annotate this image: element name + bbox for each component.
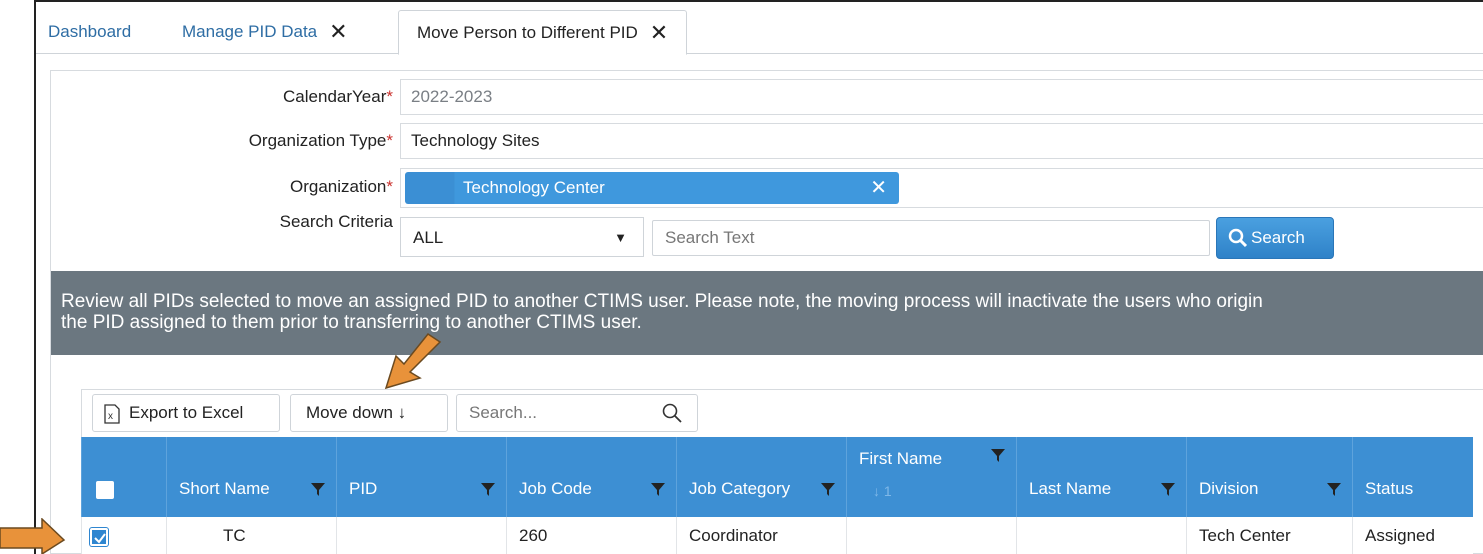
filter-icon[interactable] bbox=[480, 481, 496, 497]
filter-icon[interactable] bbox=[990, 447, 1006, 463]
filter-icon[interactable] bbox=[1326, 481, 1342, 497]
grid-search-placeholder: Search... bbox=[469, 403, 538, 422]
cell-status: Assigned bbox=[1352, 517, 1473, 554]
filter-icon[interactable] bbox=[820, 481, 836, 497]
move-down-button[interactable]: Move down ↓ bbox=[290, 394, 448, 432]
grid-area: x Export to Excel Move down ↓ Search... bbox=[51, 361, 1483, 554]
organization-tag-label: Technology Center bbox=[463, 178, 605, 197]
svg-text:x: x bbox=[108, 411, 113, 422]
cell-first-name bbox=[846, 517, 1017, 554]
filter-icon[interactable] bbox=[1160, 481, 1176, 497]
column-label: First Name bbox=[859, 449, 943, 468]
banner-line-2: the PID assigned to them prior to transf… bbox=[61, 312, 642, 333]
col-division[interactable]: Division bbox=[1186, 437, 1353, 517]
organization-label: Organization* bbox=[289, 177, 393, 196]
col-first-name[interactable]: First Name ↓ 1 bbox=[846, 437, 1017, 517]
search-button-label: Search bbox=[1251, 228, 1305, 247]
grid-header-row: Short Name PID Job Code Job Category Fir… bbox=[81, 437, 1473, 517]
col-pid[interactable]: PID bbox=[336, 437, 507, 517]
checkmark-icon bbox=[94, 532, 106, 544]
column-label: Division bbox=[1199, 479, 1259, 498]
sort-indicator: ↓ 1 bbox=[873, 483, 892, 499]
cell-pid bbox=[336, 517, 507, 554]
col-job-code[interactable]: Job Code bbox=[506, 437, 677, 517]
organization-tag: Technology Center ✕ bbox=[405, 172, 899, 204]
table-row[interactable]: TC 260 Coordinator Tech Center Assigned bbox=[81, 517, 1473, 554]
search-button[interactable]: Search bbox=[1216, 217, 1334, 259]
caret-down-icon: ▼ bbox=[614, 230, 627, 245]
select-value: ALL bbox=[413, 228, 444, 247]
filter-icon[interactable] bbox=[650, 481, 666, 497]
export-label: Export to Excel bbox=[129, 403, 244, 422]
close-icon[interactable]: ✕ bbox=[650, 11, 668, 55]
tab-dashboard[interactable]: Dashboard bbox=[48, 10, 131, 54]
calendar-year-field: 2022-2023 bbox=[400, 79, 1483, 115]
remove-tag-close-icon[interactable]: ✕ bbox=[870, 172, 887, 204]
tab-label: Manage PID Data bbox=[182, 22, 318, 41]
info-banner: Review all PIDs selected to move an assi… bbox=[51, 271, 1483, 355]
tab-manage-pid-data[interactable]: Manage PID Data ✕ bbox=[182, 10, 348, 54]
excel-icon: x bbox=[104, 404, 120, 424]
cell-job-category: Coordinator bbox=[676, 517, 847, 554]
column-label: Job Category bbox=[689, 479, 791, 498]
callout-arrow-icon bbox=[0, 518, 66, 554]
tab-label: Move Person to Different PID bbox=[417, 23, 638, 42]
move-down-label: Move down bbox=[306, 403, 393, 422]
col-last-name[interactable]: Last Name bbox=[1016, 437, 1187, 517]
grid-toolbar: x Export to Excel Move down ↓ Search... bbox=[81, 389, 1483, 437]
grid-search-input[interactable]: Search... bbox=[456, 394, 698, 432]
cell-last-name bbox=[1016, 517, 1187, 554]
search-icon bbox=[1228, 228, 1248, 248]
close-icon[interactable]: ✕ bbox=[329, 10, 347, 54]
column-label: Last Name bbox=[1029, 479, 1112, 498]
column-label: Status bbox=[1365, 479, 1414, 498]
row-select-cell[interactable] bbox=[81, 517, 167, 554]
cell-short-name: TC bbox=[166, 517, 337, 554]
search-criteria-select[interactable]: ALL ▼ bbox=[400, 217, 644, 257]
arrow-down-icon: ↓ bbox=[397, 403, 407, 422]
banner-line-1: Review all PIDs selected to move an assi… bbox=[61, 291, 1263, 312]
column-label: PID bbox=[349, 479, 378, 498]
app-window: Dashboard Manage PID Data ✕ Move Person t… bbox=[34, 0, 1483, 554]
col-status[interactable]: Status bbox=[1352, 437, 1473, 517]
cell-job-code: 260 bbox=[506, 517, 677, 554]
col-short-name[interactable]: Short Name bbox=[166, 437, 337, 517]
pid-grid: Short Name PID Job Code Job Category Fir… bbox=[81, 437, 1473, 554]
search-text-input[interactable]: Search Text bbox=[652, 220, 1210, 256]
search-criteria-label: Search Criteria bbox=[279, 212, 393, 231]
column-label: Short Name bbox=[179, 479, 270, 498]
organization-type-field[interactable]: Technology Sites bbox=[400, 123, 1483, 159]
filter-icon[interactable] bbox=[310, 481, 326, 497]
organization-multiselect[interactable]: Technology Center ✕ bbox=[400, 168, 1483, 208]
organization-type-label: Organization Type* bbox=[248, 131, 393, 150]
tab-move-person[interactable]: Move Person to Different PID ✕ bbox=[398, 10, 688, 55]
column-label: Job Code bbox=[519, 479, 592, 498]
cell-division: Tech Center bbox=[1186, 517, 1353, 554]
tab-label: Dashboard bbox=[48, 22, 132, 41]
calendar-year-label: CalendarYear* bbox=[283, 87, 393, 106]
tab-bar: Dashboard Manage PID Data ✕ Move Person t… bbox=[36, 2, 1483, 55]
col-job-category[interactable]: Job Category bbox=[676, 437, 847, 517]
callout-arrow-icon bbox=[384, 332, 442, 390]
form-panel: CalendarYear* 2022-2023 Organization Typ… bbox=[50, 70, 1483, 554]
row-checkbox[interactable] bbox=[90, 527, 108, 546]
select-all-checkbox[interactable] bbox=[96, 480, 114, 499]
export-excel-button[interactable]: x Export to Excel bbox=[92, 394, 280, 432]
search-icon bbox=[662, 403, 682, 423]
select-all-cell[interactable] bbox=[81, 437, 167, 517]
